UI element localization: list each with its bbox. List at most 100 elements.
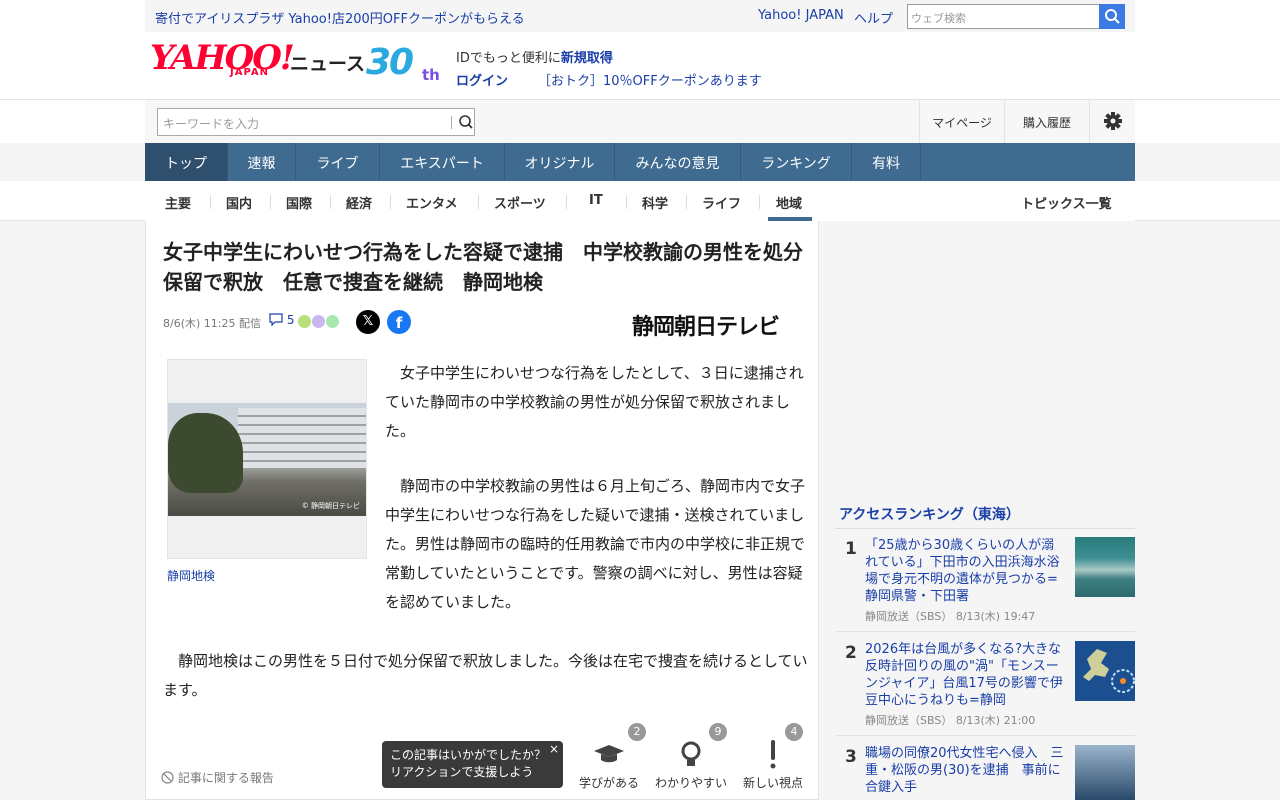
- tree-shape: [168, 413, 243, 493]
- nav-ranking[interactable]: ランキング: [741, 143, 852, 181]
- source-logo[interactable]: 静岡朝日テレビ: [632, 309, 780, 341]
- login-row: ログイン ［おトク］10％OFFクーポンあります: [456, 70, 762, 89]
- nav-breaking[interactable]: 速報: [228, 143, 296, 181]
- rank-source: 静岡放送（SBS） 8/13(木) 21:00: [865, 714, 1036, 727]
- keyword-placeholder: キーワードを入力: [163, 117, 260, 131]
- rank-headline[interactable]: 職場の同僚20代女性宅へ侵入 三重・松阪の男(30)を逮捕 事前に合鍵入手: [865, 745, 1065, 796]
- cat-economy[interactable]: 経済: [346, 193, 372, 212]
- ranking-divider: [835, 528, 1135, 529]
- search-icon: [1105, 9, 1120, 24]
- comment-link[interactable]: 5: [269, 313, 294, 327]
- mypage-link[interactable]: マイページ: [919, 100, 1004, 144]
- nav-expert[interactable]: エキスパート: [380, 143, 505, 181]
- anniversary-30-logo: 30: [366, 42, 414, 83]
- reaction-clear-button[interactable]: 9 わかりやすい: [651, 721, 731, 791]
- nav-original[interactable]: オリジナル: [505, 143, 615, 181]
- login-box: IDでもっと便利に新規取得 ログイン ［おトク］10％OFFクーポンあります: [456, 47, 762, 89]
- yahoo-logo[interactable]: YAHOO!: [150, 41, 295, 75]
- paragraph: 静岡市の中学校教諭の男性は６月上旬ごろ、静岡市内で女子中学生にわいせつな行為をし…: [385, 477, 806, 611]
- ranking-title[interactable]: アクセスランキング（東海）: [839, 504, 1020, 524]
- weather-map-icon: [1083, 649, 1135, 693]
- article: 女子中学生にわいせつ行為をした容疑で逮捕 中学校教諭の男性を処分保留で釈放 任意…: [145, 221, 819, 800]
- search-icon[interactable]: [458, 113, 474, 134]
- rank-number: 1: [845, 539, 857, 559]
- reaction-learn-button[interactable]: 2 学びがある: [574, 721, 646, 791]
- rank-number: 3: [845, 747, 857, 767]
- rank-headline[interactable]: 「25歳から30歳くらいの人が溺れている」下田市の入田浜海水浴場で身元不明の遺体…: [865, 537, 1065, 605]
- comment-icon: [269, 313, 283, 327]
- rank-thumbnail[interactable]: [1075, 537, 1135, 597]
- reaction-label: わかりやすい: [654, 776, 727, 790]
- reaction-count: 4: [785, 723, 803, 741]
- article-date: 8/6(木) 11:25 配信: [163, 317, 261, 330]
- photo-credit: © 静岡朝日テレビ: [301, 502, 360, 510]
- rank-thumbnail[interactable]: [1075, 745, 1135, 800]
- report-label: 記事に関する報告: [177, 771, 274, 785]
- cat-it[interactable]: IT: [589, 193, 603, 208]
- facebook-logo-icon: f: [395, 314, 403, 332]
- prohibit-icon: [161, 771, 174, 784]
- building-shape: [238, 408, 366, 468]
- settings-button[interactable]: [1089, 100, 1135, 144]
- search-divider: [451, 116, 452, 129]
- rank-headline[interactable]: 2026年は台風が多くなる?大きな反時計回りの風の"渦"「モンスーンジャイア」台…: [865, 641, 1065, 709]
- promo-link[interactable]: 寄付でアイリスプラザ Yahoo!店200円OFFクーポンがもらえる: [155, 8, 525, 27]
- rank-number: 2: [845, 643, 857, 663]
- nav-live[interactable]: ライブ: [296, 143, 380, 181]
- report-link[interactable]: 記事に関する報告: [161, 769, 274, 786]
- cat-international[interactable]: 国際: [286, 193, 312, 212]
- web-search-input[interactable]: ウェブ検索: [907, 4, 1100, 29]
- photo-caption[interactable]: 静岡地検: [167, 567, 215, 584]
- coupon-link[interactable]: ［おトク］10％OFFクーポンあります: [538, 74, 762, 89]
- cat-divider: [330, 195, 331, 209]
- reaction-new-view-button[interactable]: 4 新しい視点: [739, 721, 807, 791]
- site-header: YAHOO! JAPAN ニュース 30 th IDでもっと便利に新規取得 ログ…: [0, 32, 1280, 99]
- ranking-divider: [835, 631, 1135, 632]
- category-nav: 主要 国内 国際 経済 エンタメ スポーツ IT 科学 ライフ 地域 トピックス…: [0, 181, 1280, 221]
- web-search-button[interactable]: [1099, 4, 1125, 29]
- cat-local[interactable]: 地域: [776, 193, 802, 212]
- help-link[interactable]: ヘルプ: [854, 8, 893, 27]
- article-body-top: 女子中学生にわいせつな行為をしたとして、３日に逮捕されていた静岡市の中学校教諭の…: [385, 359, 805, 643]
- happy-face-icon: [326, 315, 339, 328]
- share-facebook-button[interactable]: f: [387, 310, 411, 334]
- cat-life[interactable]: ライフ: [702, 193, 741, 212]
- sidebar: アクセスランキング（東海） 1 「25歳から30歳くらいの人が溺れている」下田市…: [835, 221, 1135, 800]
- reaction-count: 9: [709, 723, 727, 741]
- article-body-bottom: 静岡地検はこの男性を５日付で処分保留で釈放しました。今後は在宅で捜査を続けるとし…: [163, 647, 808, 705]
- smile-face-icon: [298, 315, 311, 328]
- cat-divider: [210, 195, 211, 209]
- x-logo-icon: 𝕏: [362, 314, 374, 329]
- keyword-search-input[interactable]: キーワードを入力: [157, 108, 475, 136]
- topics-list-link[interactable]: トピックス一覧: [1021, 193, 1112, 212]
- cat-entertainment[interactable]: エンタメ: [406, 193, 458, 212]
- nav-opinions[interactable]: みんなの意見: [615, 143, 741, 181]
- lightbulb-icon: [681, 741, 701, 766]
- search-row-inner: キーワードを入力 マイページ 購入履歴: [145, 100, 1135, 144]
- id-promo: IDでもっと便利に新規取得: [456, 51, 613, 66]
- nav-top[interactable]: トップ: [145, 143, 228, 181]
- cat-divider: [390, 195, 391, 209]
- purchase-history-link[interactable]: 購入履歴: [1004, 100, 1089, 144]
- news-service-title[interactable]: ニュース: [290, 49, 365, 76]
- nav-paid[interactable]: 有料: [852, 143, 921, 181]
- search-row: キーワードを入力 マイページ 購入履歴: [0, 99, 1280, 144]
- cat-domestic[interactable]: 国内: [226, 193, 252, 212]
- login-link[interactable]: ログイン: [456, 74, 508, 89]
- yahoo-japan-link[interactable]: Yahoo! JAPAN: [758, 8, 844, 23]
- share-x-button[interactable]: 𝕏: [356, 310, 380, 334]
- cat-divider: [566, 195, 567, 209]
- article-photo[interactable]: © 静岡朝日テレビ: [167, 359, 367, 559]
- signup-link[interactable]: 新規取得: [561, 51, 613, 66]
- cat-divider: [759, 195, 760, 209]
- close-icon[interactable]: ×: [549, 741, 559, 758]
- cat-science[interactable]: 科学: [642, 193, 668, 212]
- main-nav: トップ 速報 ライブ エキスパート オリジナル みんなの意見 ランキング 有料: [145, 143, 1135, 181]
- cat-main[interactable]: 主要: [165, 193, 191, 212]
- rank-thumbnail[interactable]: [1075, 641, 1135, 701]
- exclamation-icon: [770, 740, 776, 769]
- cat-sports[interactable]: スポーツ: [494, 193, 546, 212]
- anniversary-th: th: [422, 66, 440, 84]
- gear-icon: [1104, 112, 1122, 130]
- rank-source: 静岡放送（SBS） 8/13(木) 19:47: [865, 610, 1036, 623]
